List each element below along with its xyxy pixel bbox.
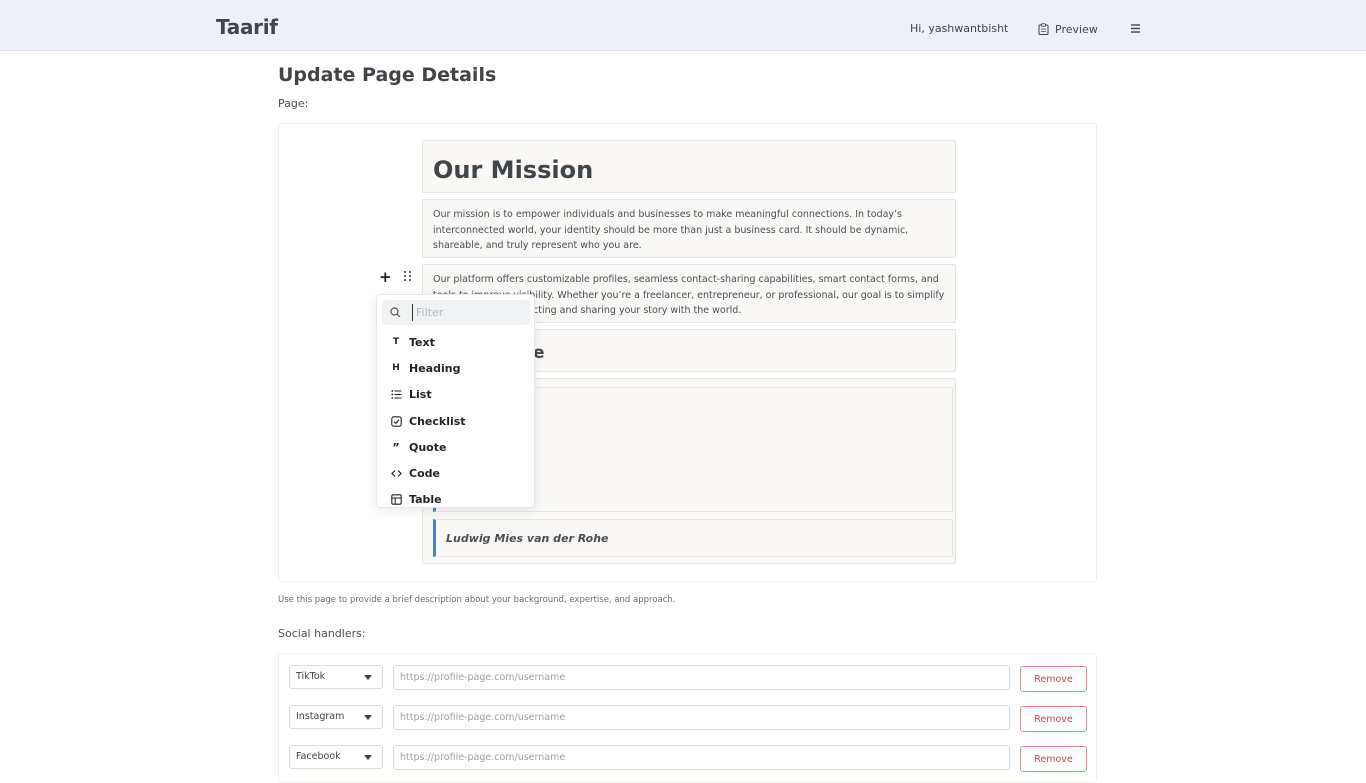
paragraph-block[interactable]: Our mission is to empower individuals an… [422, 199, 956, 258]
profile-url-input[interactable] [393, 665, 1010, 690]
platform-value: Facebook [296, 751, 341, 762]
menu-item-text[interactable]: T Text [377, 330, 534, 354]
profile-url-input[interactable] [393, 745, 1010, 770]
menu-item-label: Quote [409, 440, 447, 454]
top-navbar: Taarif Hi, yashwantbisht Preview [0, 0, 1366, 51]
table-icon [389, 493, 403, 505]
menu-item-label: Table [409, 492, 442, 506]
page-field-label: Page: [278, 97, 309, 110]
quote-icon: ” [392, 440, 400, 454]
search-icon [390, 307, 401, 318]
chevron-down-icon [364, 715, 372, 720]
preview-label: Preview [1055, 22, 1098, 36]
menu-item-label: List [409, 387, 432, 401]
menu-item-code[interactable]: Code [377, 461, 534, 485]
filter-field[interactable] [382, 300, 530, 325]
page-title: Update Page Details [278, 64, 497, 86]
clipboard-icon [1038, 23, 1049, 35]
paragraph-text[interactable]: Our mission is to empower individuals an… [433, 209, 908, 251]
social-row: TikTok Remove [289, 665, 1089, 693]
profile-url-input[interactable] [393, 705, 1010, 730]
heading-icon: H [392, 363, 400, 373]
social-handlers-label: Social handlers: [278, 627, 366, 640]
platform-value: Instagram [296, 711, 345, 722]
user-greeting: Hi, yashwantbisht [910, 22, 1009, 35]
list-icon [389, 389, 403, 400]
menu-item-label: Checklist [409, 414, 466, 428]
menu-item-label: Text [409, 335, 435, 349]
preview-button[interactable]: Preview [1038, 20, 1098, 38]
checklist-icon [389, 415, 403, 427]
platform-select[interactable]: Instagram [289, 705, 383, 729]
heading-text[interactable]: Our Mission [433, 156, 593, 184]
text-icon: T [392, 337, 400, 347]
menu-item-label: Heading [409, 361, 461, 375]
chevron-down-icon [364, 755, 372, 760]
social-row: Instagram Remove [289, 705, 1089, 733]
platform-select[interactable]: Facebook [289, 745, 383, 769]
menu-item-table[interactable]: Table [377, 487, 534, 507]
page-help-text: Use this page to provide a brief descrip… [278, 595, 676, 605]
drag-handle-icon[interactable] [403, 270, 412, 282]
menu-item-list[interactable]: List [377, 382, 534, 406]
hamburger-menu-icon[interactable] [1129, 23, 1142, 34]
filter-input[interactable] [412, 304, 522, 321]
menu-item-label: Code [409, 466, 440, 480]
social-row: Facebook Remove [289, 745, 1089, 773]
menu-item-quote[interactable]: ” Quote [377, 435, 534, 459]
platform-select[interactable]: TikTok [289, 665, 383, 689]
platform-value: TikTok [296, 671, 326, 682]
block-type-menu: T Text H Heading List Checklist ” Quote [376, 294, 535, 508]
heading-block[interactable]: Our Mission [422, 140, 956, 193]
menu-item-heading[interactable]: H Heading [377, 356, 534, 380]
add-block-icon[interactable]: + [379, 268, 392, 286]
social-handlers-list: TikTok Remove Instagram Remove Facebook … [278, 653, 1097, 783]
remove-button[interactable]: Remove [1020, 666, 1087, 692]
code-icon [389, 468, 403, 479]
remove-button[interactable]: Remove [1020, 706, 1087, 732]
remove-button[interactable]: Remove [1020, 746, 1087, 772]
paragraph-line[interactable]: Our platform offers customizable profile… [433, 272, 945, 288]
brand-logo[interactable]: Taarif [216, 15, 278, 39]
quote-caption[interactable]: Ludwig Mies van der Rohe [433, 519, 953, 557]
quote-caption-text[interactable]: Ludwig Mies van der Rohe [446, 532, 609, 545]
menu-item-checklist[interactable]: Checklist [377, 409, 534, 433]
chevron-down-icon [364, 675, 372, 680]
